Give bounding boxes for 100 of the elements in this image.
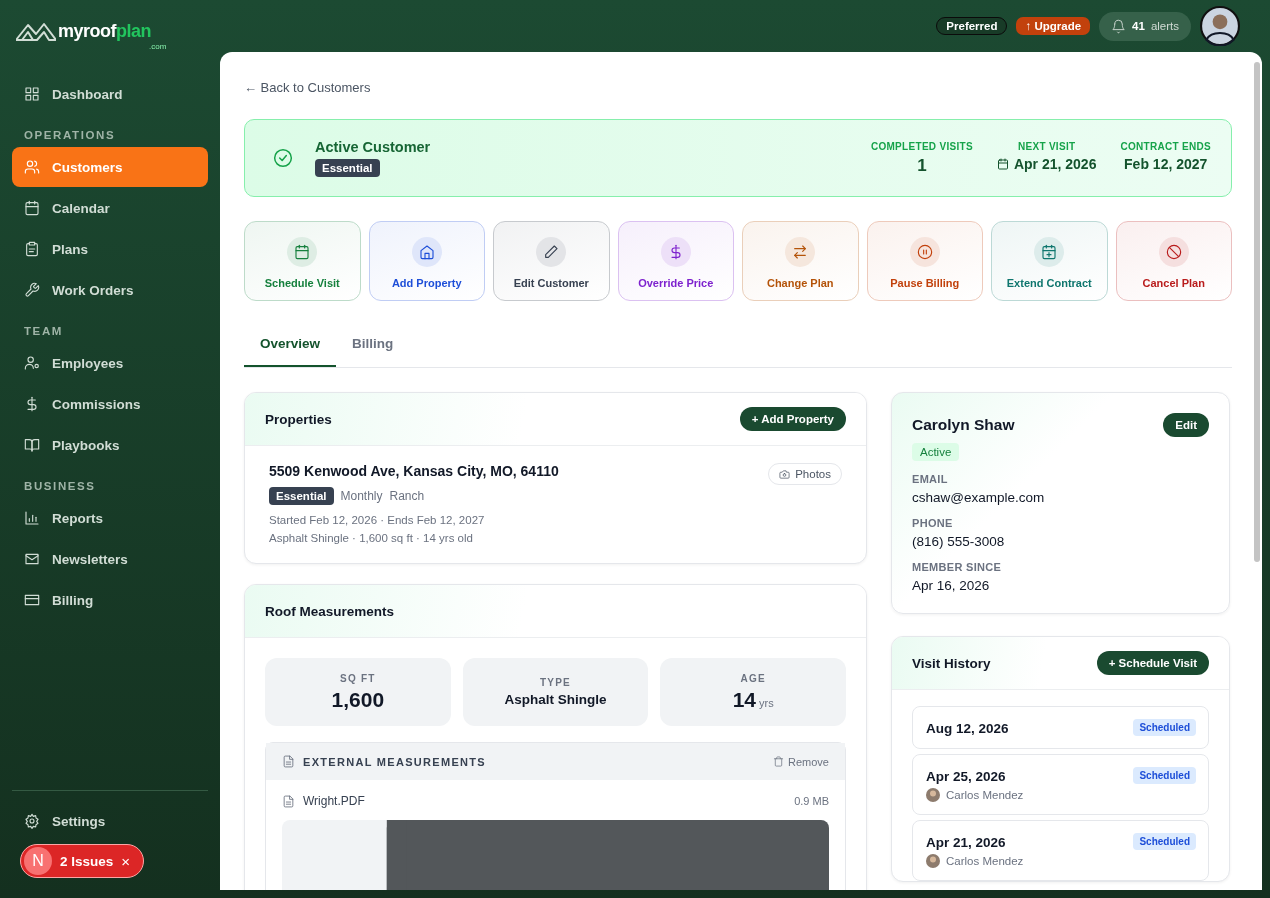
sidebar-item[interactable]: Billing: [12, 580, 208, 620]
technician-name: Carlos Mendez: [946, 789, 1024, 801]
dollar-icon: [24, 396, 40, 412]
bar-chart-icon: [24, 510, 40, 526]
technician-avatar: [926, 854, 940, 868]
sidebar-item[interactable]: Employees: [12, 343, 208, 383]
book-icon: [24, 437, 40, 453]
brand-suffix: .com: [149, 42, 167, 51]
back-link[interactable]: ← Back to Customers: [244, 80, 1232, 95]
visit-date: Apr 25, 2026: [926, 769, 1007, 784]
field-value: Apr 16, 2026: [912, 578, 991, 593]
house-icon: [418, 244, 435, 260]
edit-button[interactable]: Edit: [1163, 413, 1209, 437]
measurement-unit: yrs: [759, 696, 774, 709]
issues-label: 2 Issues: [60, 853, 114, 869]
schedule-visit-button[interactable]: + Schedule Visit: [1096, 651, 1209, 675]
field-label: PHONE: [912, 517, 954, 529]
remove-button[interactable]: Remove: [773, 755, 829, 768]
action-button[interactable]: Change Plan: [742, 221, 859, 301]
field-value: (816) 555-3008: [912, 534, 1006, 549]
property-address: 5509 Kenwood Ave, Kansas City, MO, 64110: [269, 463, 559, 479]
visit-item[interactable]: Aug 12, 2026 Scheduled: [912, 706, 1209, 749]
clipboard-icon: [24, 241, 40, 257]
stat-label: CONTRACT ENDS: [1120, 140, 1211, 152]
sidebar-item[interactable]: Dashboard: [12, 74, 208, 114]
calendar-icon: [24, 200, 40, 216]
settings-item[interactable]: Settings: [12, 801, 208, 841]
nav-section-heading: OPERATIONS: [23, 129, 117, 141]
action-button[interactable]: Pause Billing: [866, 221, 983, 301]
action-button[interactable]: Edit Customer: [493, 221, 610, 301]
property-tag: Ranch: [389, 489, 425, 503]
sidebar-item[interactable]: Playbooks: [12, 425, 208, 465]
sidebar-item[interactable]: Reports: [12, 498, 208, 538]
sidebar-item[interactable]: Work Orders: [12, 270, 208, 310]
check-circle-icon: [273, 148, 293, 168]
pencil-icon: [543, 244, 560, 260]
person-icon: [24, 355, 40, 371]
swap-arrows-icon: [792, 244, 809, 260]
measurement-value: 14: [732, 687, 756, 712]
calendar-icon: [294, 244, 311, 260]
calendar-icon: [996, 157, 1009, 170]
visit-item[interactable]: Apr 25, 2026 Carlos Mendez Scheduled: [912, 754, 1209, 815]
mail-icon: [24, 551, 40, 567]
users-icon: [24, 159, 40, 175]
visit-date: Aug 12, 2026: [926, 721, 1009, 736]
measurement-label: TYPE: [540, 677, 571, 688]
ban-icon: [1165, 244, 1182, 260]
sidebar-item[interactable]: Newsletters: [12, 539, 208, 579]
pause-icon: [916, 244, 933, 260]
status-title: Active Customer: [315, 139, 431, 155]
file-name: Wright.PDF: [303, 794, 366, 808]
stat-value: Feb 12, 2027: [1124, 155, 1208, 172]
close-icon[interactable]: ×: [121, 852, 131, 870]
card-title: Properties: [265, 411, 332, 427]
sidebar-item[interactable]: Calendar: [12, 188, 208, 228]
brand-name: myroofplan: [58, 21, 152, 42]
alerts-count: 41: [1132, 20, 1145, 32]
stat-label: NEXT VISIT: [1017, 140, 1076, 152]
sidebar-item[interactable]: Commissions: [12, 384, 208, 424]
visit-item[interactable]: Apr 21, 2026 Carlos Mendez Scheduled: [912, 820, 1209, 881]
action-button[interactable]: Override Price: [617, 221, 734, 301]
action-button[interactable]: Cancel Plan: [1115, 221, 1232, 301]
issues-badge[interactable]: N 2 Issues ×: [20, 844, 144, 878]
camera-icon: [779, 468, 791, 480]
visit-date: Apr 21, 2026: [926, 835, 1007, 850]
wrench-icon: [24, 282, 40, 298]
tab[interactable]: Overview: [244, 325, 337, 367]
stat-value: Apr 21, 2026: [1013, 155, 1097, 172]
customer-name: Carolyn Shaw: [912, 416, 1015, 434]
settings-icon: [24, 813, 40, 829]
user-avatar[interactable]: [1200, 6, 1240, 46]
logo-icon: [16, 20, 56, 42]
sidebar-item[interactable]: Plans: [12, 229, 208, 269]
bell-icon: [1111, 18, 1127, 34]
scrollbar-thumb[interactable]: [1254, 62, 1260, 562]
plan-tag: Essential: [269, 487, 334, 505]
add-property-button[interactable]: + Add Property: [739, 407, 846, 431]
plan-badge: Preferred: [936, 17, 1008, 35]
action-button[interactable]: Add Property: [368, 221, 485, 301]
action-button[interactable]: Schedule Visit: [244, 221, 361, 301]
tab[interactable]: Billing: [336, 325, 410, 367]
file-icon: [282, 794, 295, 808]
alerts-button[interactable]: 41 alerts: [1099, 11, 1191, 41]
contract-dates: Started Feb 12, 2026 · Ends Feb 12, 2027: [269, 513, 486, 528]
card-title: Roof Measurements: [265, 603, 395, 619]
property-details: Asphalt Shingle · 1,600 sq ft · 14 yrs old: [269, 531, 474, 546]
upgrade-button[interactable]: ↑ Upgrade: [1016, 17, 1091, 35]
file-size: 0.9 MB: [794, 795, 829, 807]
alerts-label: alerts: [1150, 20, 1179, 32]
technician-name: Carlos Mendez: [946, 855, 1024, 867]
property-tag: Monthly: [340, 489, 383, 503]
measurement-label: SQ FT: [340, 672, 376, 684]
status-tag: Active: [912, 443, 960, 461]
action-button[interactable]: Extend Contract: [991, 221, 1108, 301]
field-label: MEMBER SINCE: [912, 561, 1003, 573]
measurement-value: Asphalt Shingle: [504, 692, 607, 707]
measurement-label: AGE: [740, 672, 766, 684]
measurement-value: 1,600: [331, 687, 385, 712]
section-title: EXTERNAL MEASUREMENTS: [303, 755, 487, 768]
stat-value: 1: [917, 155, 927, 176]
